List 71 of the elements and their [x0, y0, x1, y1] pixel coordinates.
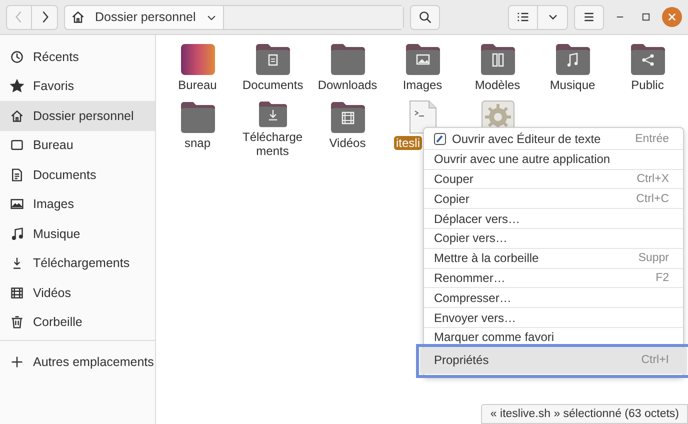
- menu-item[interactable]: Déplacer vers…: [424, 209, 683, 229]
- shortcut-label: Ctrl+I: [641, 354, 669, 366]
- sidebar-item[interactable]: Téléchargements: [0, 248, 155, 278]
- menu-item[interactable]: Ouvrir avec une autre application: [424, 150, 683, 170]
- clock-icon: [10, 50, 24, 64]
- shortcut-label: F2: [656, 272, 669, 284]
- music-note-icon: [10, 226, 24, 241]
- file-name[interactable]: Downloads: [316, 78, 380, 92]
- plus-icon: [10, 354, 24, 369]
- home-icon: [71, 10, 85, 24]
- sidebar-item[interactable]: Images: [0, 190, 155, 219]
- path-bar[interactable]: Dossier personnel: [64, 4, 404, 30]
- shortcut-label: Entrée: [635, 133, 669, 146]
- sidebar-item[interactable]: Dossier personnel: [0, 101, 155, 130]
- folder-icon: [554, 42, 590, 76]
- folder-icon: [404, 42, 440, 76]
- search-button[interactable]: [410, 4, 440, 30]
- file-name[interactable]: Vidéos: [327, 136, 368, 150]
- sidebar-item[interactable]: Musique: [0, 219, 155, 248]
- close-button[interactable]: [662, 7, 682, 27]
- home-icon: [10, 108, 24, 123]
- menu-item[interactable]: Ouvrir avec Éditeur de texte Entrée: [424, 130, 683, 150]
- forward-button[interactable]: [32, 4, 58, 30]
- desktop-icon: [10, 138, 24, 152]
- sidebar-item[interactable]: Récents: [0, 42, 155, 72]
- folder-icon: [330, 100, 366, 134]
- file-name[interactable]: Télécharge ments: [240, 130, 304, 158]
- menu-button[interactable]: [574, 4, 604, 30]
- desktop-folder-icon: [180, 42, 216, 76]
- file-name[interactable]: itesli: [394, 136, 422, 150]
- shortcut-label: Ctrl+X: [636, 172, 669, 185]
- menu-item[interactable]: Compresser…: [424, 288, 683, 308]
- menu-item[interactable]: Envoyer vers…: [424, 308, 683, 328]
- menu-item[interactable]: Copier vers…: [424, 228, 683, 249]
- file-name[interactable]: Musique: [548, 78, 598, 92]
- file-name[interactable]: snap: [182, 136, 213, 150]
- menu-icon: [582, 10, 596, 24]
- shortcut-label: Suppr: [638, 252, 669, 264]
- menu-item[interactable]: Mettre à la corbeille Suppr: [424, 248, 683, 269]
- list-view-button[interactable]: [508, 4, 538, 30]
- sidebar-item[interactable]: Documents: [0, 160, 155, 190]
- file-name[interactable]: Bureau: [176, 78, 219, 92]
- sidebar-item[interactable]: Favoris: [0, 72, 155, 101]
- menu-item[interactable]: Renommer… F2: [424, 268, 683, 288]
- maximize-icon: [641, 12, 651, 22]
- trash-icon: [10, 315, 24, 330]
- folder-icon: [254, 42, 290, 76]
- file-name[interactable]: Modèles: [472, 78, 522, 92]
- list-icon: [516, 10, 530, 24]
- search-icon: [418, 10, 432, 24]
- folder-icon: [630, 42, 666, 76]
- document-icon: [10, 168, 24, 182]
- menu-item[interactable]: Couper Ctrl+X: [424, 170, 683, 190]
- folder-icon: [180, 100, 216, 134]
- sidebar-item[interactable]: Bureau: [0, 130, 155, 160]
- image-icon: [10, 197, 24, 212]
- file-name[interactable]: Images: [400, 78, 444, 92]
- folder-icon: [330, 42, 366, 76]
- status-bar: « iteslive.sh » sélectionné (63 octets): [481, 404, 688, 424]
- close-icon: [667, 12, 677, 22]
- file-name[interactable]: Documents: [240, 78, 304, 92]
- shortcut-label: Ctrl+C: [636, 192, 669, 205]
- sidebar-item[interactable]: Corbeille: [0, 308, 155, 337]
- star-icon: [10, 79, 24, 94]
- menu-item[interactable]: Copier Ctrl+C: [424, 189, 683, 210]
- folder-icon: [480, 42, 516, 76]
- location-button[interactable]: Dossier personnel: [65, 6, 224, 28]
- file-name[interactable]: Public: [629, 78, 666, 92]
- sidebar-item[interactable]: Autres emplacements: [0, 347, 155, 376]
- sidebar-item[interactable]: Vidéos: [0, 278, 155, 308]
- film-icon: [10, 286, 24, 300]
